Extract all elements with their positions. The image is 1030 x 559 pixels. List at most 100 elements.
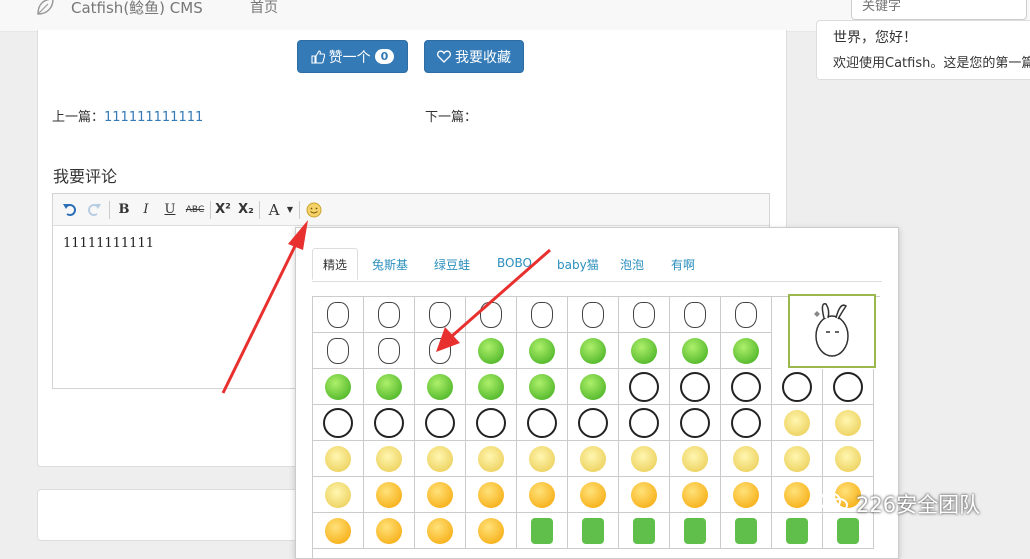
emoji-cell[interactable] bbox=[313, 369, 364, 405]
emoji-cell[interactable] bbox=[415, 333, 466, 369]
prev-article-link[interactable]: 111111111111 bbox=[104, 110, 203, 125]
emoji-cell[interactable] bbox=[517, 441, 568, 477]
bag-emoji-icon bbox=[531, 517, 553, 544]
editor-content[interactable]: 11111111111 bbox=[63, 236, 154, 251]
emoji-cell[interactable] bbox=[466, 333, 517, 369]
emoji-cell[interactable] bbox=[415, 441, 466, 477]
emoji-cell[interactable] bbox=[619, 333, 670, 369]
tab-bobo[interactable]: BOBO bbox=[497, 256, 532, 270]
emoji-cell[interactable] bbox=[772, 477, 823, 513]
emoji-cell[interactable] bbox=[670, 405, 721, 441]
emoji-cell[interactable] bbox=[568, 441, 619, 477]
emoji-cell[interactable] bbox=[772, 441, 823, 477]
underline-button[interactable]: U bbox=[162, 201, 178, 219]
emoji-cell[interactable] bbox=[772, 369, 823, 405]
emoji-cell[interactable] bbox=[619, 513, 670, 549]
emoji-cell[interactable] bbox=[415, 513, 466, 549]
emoji-cell[interactable] bbox=[313, 297, 364, 333]
strikethrough-button[interactable]: ABC bbox=[184, 201, 206, 219]
emoji-cell[interactable] bbox=[670, 477, 721, 513]
emoji-cell[interactable] bbox=[619, 369, 670, 405]
emoji-cell[interactable] bbox=[823, 405, 874, 441]
emoji-cell[interactable] bbox=[619, 297, 670, 333]
tab-green-frog[interactable]: 绿豆蛙 bbox=[434, 256, 470, 273]
emoji-cell[interactable] bbox=[823, 441, 874, 477]
nav-home-link[interactable]: 首页 bbox=[250, 0, 278, 17]
emoji-cell[interactable] bbox=[466, 441, 517, 477]
superscript-button[interactable]: X² bbox=[214, 201, 232, 219]
subscript-button[interactable]: X₂ bbox=[237, 201, 255, 219]
bold-button[interactable]: B bbox=[116, 201, 132, 219]
undo-icon[interactable] bbox=[62, 201, 78, 219]
emoji-cell[interactable] bbox=[568, 405, 619, 441]
emoji-cell[interactable] bbox=[721, 333, 772, 369]
emoji-cell[interactable] bbox=[721, 405, 772, 441]
emoji-cell[interactable] bbox=[670, 333, 721, 369]
emoji-cell[interactable] bbox=[517, 369, 568, 405]
emoji-cell[interactable] bbox=[517, 405, 568, 441]
emoji-cell[interactable] bbox=[619, 477, 670, 513]
emoji-cell[interactable] bbox=[364, 369, 415, 405]
emoji-cell[interactable] bbox=[517, 333, 568, 369]
emoji-cell[interactable] bbox=[415, 369, 466, 405]
emoji-cell[interactable] bbox=[364, 333, 415, 369]
emoji-cell[interactable] bbox=[721, 297, 772, 333]
emoji-cell[interactable] bbox=[364, 297, 415, 333]
emoji-cell[interactable] bbox=[415, 297, 466, 333]
emoji-cell[interactable] bbox=[670, 369, 721, 405]
emoji-cell[interactable] bbox=[466, 297, 517, 333]
emoji-cell[interactable] bbox=[313, 477, 364, 513]
tab-bubble[interactable]: 泡泡 bbox=[620, 256, 644, 273]
emoji-cell[interactable] bbox=[721, 441, 772, 477]
emoji-cell[interactable] bbox=[568, 513, 619, 549]
redo-icon[interactable] bbox=[86, 201, 102, 219]
leaf-logo-icon[interactable] bbox=[34, 0, 56, 18]
emoji-cell[interactable] bbox=[364, 405, 415, 441]
italic-button[interactable]: I bbox=[139, 201, 153, 219]
chevron-down-icon[interactable]: ▼ bbox=[286, 201, 294, 219]
emoji-cell[interactable] bbox=[466, 513, 517, 549]
emoji-cell[interactable] bbox=[619, 441, 670, 477]
sidebar-post-title[interactable]: 世界，您好！ bbox=[833, 27, 917, 47]
emoji-cell[interactable] bbox=[466, 477, 517, 513]
tab-featured[interactable]: 精选 bbox=[312, 248, 359, 280]
emoji-icon[interactable] bbox=[305, 201, 323, 219]
emoji-cell[interactable] bbox=[364, 441, 415, 477]
emoji-cell[interactable] bbox=[721, 369, 772, 405]
emoji-cell[interactable] bbox=[670, 297, 721, 333]
emoji-cell[interactable] bbox=[313, 405, 364, 441]
emoji-cell[interactable] bbox=[313, 441, 364, 477]
emoji-cell[interactable] bbox=[721, 513, 772, 549]
emoji-cell[interactable] bbox=[517, 477, 568, 513]
font-color-button[interactable]: A bbox=[266, 201, 282, 219]
emoji-cell[interactable] bbox=[670, 441, 721, 477]
emoji-cell[interactable] bbox=[466, 369, 517, 405]
emoji-cell[interactable] bbox=[466, 405, 517, 441]
emoji-cell[interactable] bbox=[517, 297, 568, 333]
emoji-cell[interactable] bbox=[517, 513, 568, 549]
like-button[interactable]: 赞一个 0 bbox=[297, 40, 408, 73]
emoji-cell[interactable] bbox=[670, 513, 721, 549]
emoji-cell[interactable] bbox=[415, 477, 466, 513]
emoji-cell[interactable] bbox=[772, 405, 823, 441]
brand-title[interactable]: Catfish(鲶鱼) CMS bbox=[71, 0, 203, 18]
emoji-cell[interactable] bbox=[772, 513, 823, 549]
cat-emoji-icon bbox=[529, 445, 555, 472]
emoji-cell[interactable] bbox=[364, 513, 415, 549]
emoji-cell[interactable] bbox=[619, 405, 670, 441]
emoji-cell[interactable] bbox=[721, 477, 772, 513]
search-input[interactable] bbox=[851, 0, 1027, 20]
emoji-cell[interactable] bbox=[823, 369, 874, 405]
emoji-cell[interactable] bbox=[415, 405, 466, 441]
favorite-button[interactable]: 我要收藏 bbox=[424, 40, 524, 73]
emoji-cell[interactable] bbox=[313, 513, 364, 549]
emoji-cell[interactable] bbox=[364, 477, 415, 513]
emoji-cell[interactable] bbox=[568, 333, 619, 369]
emoji-cell[interactable] bbox=[568, 369, 619, 405]
emoji-cell[interactable] bbox=[568, 477, 619, 513]
tab-tuzki[interactable]: 兔斯基 bbox=[372, 256, 408, 273]
tab-baby-cat[interactable]: baby猫 bbox=[557, 256, 599, 273]
emoji-cell[interactable] bbox=[313, 333, 364, 369]
emoji-cell[interactable] bbox=[568, 297, 619, 333]
tab-youa[interactable]: 有啊 bbox=[671, 256, 695, 273]
